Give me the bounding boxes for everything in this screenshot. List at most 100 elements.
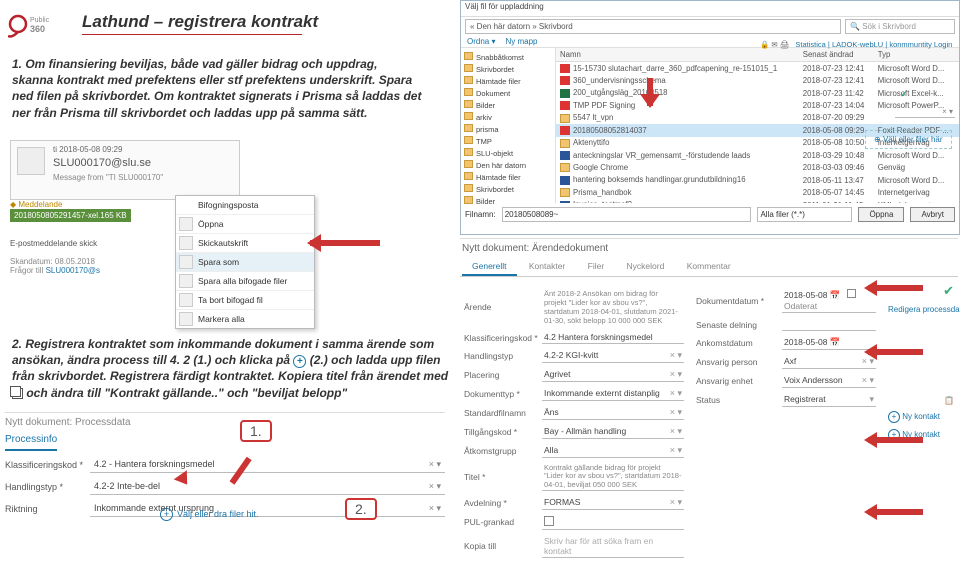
file-row[interactable]: Google Chrome2018-03-03 09:46Genväg bbox=[556, 162, 959, 174]
tree-node[interactable]: Bilder bbox=[464, 99, 552, 111]
save-icon bbox=[179, 255, 193, 269]
path-field[interactable]: « Den här datorn » Skrivbord bbox=[465, 19, 841, 34]
file-list[interactable]: Namn Senast ändrad Typ 15-15730 slutacha… bbox=[556, 48, 959, 203]
rikt-label: Riktning bbox=[5, 504, 90, 514]
upload-plus-icon: + bbox=[160, 508, 173, 521]
slu-dropdown[interactable]: × ▾ bbox=[895, 106, 955, 118]
tab-generellt[interactable]: Generellt bbox=[462, 258, 517, 276]
open-button[interactable]: Öppna bbox=[858, 207, 904, 222]
cancel-button[interactable]: Avbryt bbox=[910, 207, 955, 222]
step-2-text: 2. Registrera kontraktet som inkommande … bbox=[12, 336, 452, 401]
tree-node[interactable]: Dokument bbox=[464, 87, 552, 99]
file-dialog: Välj fil för uppladdning « Den här dator… bbox=[460, 0, 960, 235]
klass-field[interactable]: 4.2 - Hantera forskningsmedel× ▾ bbox=[90, 457, 445, 473]
step2-c: och ändra till "Kontrakt gällande.." och… bbox=[23, 386, 347, 400]
logo: Public360 bbox=[8, 10, 58, 38]
email-date: ti 2018-05-08 09:29 bbox=[53, 145, 122, 154]
ctx-remove[interactable]: Ta bort bifogad fil bbox=[176, 291, 314, 310]
newfolder-btn[interactable]: Ny mapp bbox=[505, 37, 537, 46]
nykontakt-link[interactable]: + Ny kontakt bbox=[888, 411, 954, 423]
ctx-saveas[interactable]: Spara som bbox=[176, 253, 314, 272]
redigera-link[interactable]: Redigera processdata bbox=[888, 305, 954, 314]
hand-label: Handlingstyp * bbox=[5, 482, 90, 492]
saveall-icon bbox=[179, 274, 193, 288]
file-row[interactable]: 15-15730 slutachart_darre_360_pdfcapenin… bbox=[556, 62, 959, 75]
copy-title-icon[interactable]: 📋 bbox=[888, 396, 954, 405]
arende-desc: Änt 2018-2 Ansökan om bidrag för projekt… bbox=[542, 288, 684, 326]
arrow-title bbox=[868, 435, 938, 445]
tree-node[interactable]: Hämtade filer bbox=[464, 171, 552, 183]
tree-node[interactable]: Skrivbordet bbox=[464, 63, 552, 75]
step-1-text: 1. Om finansiering beviljas, både vad gä… bbox=[12, 56, 422, 121]
callout-1: 1. bbox=[240, 420, 272, 442]
ctx-open[interactable]: Öppna bbox=[176, 215, 314, 234]
search-field[interactable]: 🔍 Sök i Skrivbord bbox=[845, 19, 955, 34]
ctx-saveall[interactable]: Spara alla bifogade filer bbox=[176, 272, 314, 291]
file-row[interactable]: 360_undervisningsschema2018-07-23 12:41M… bbox=[556, 74, 959, 86]
tab-kommentar[interactable]: Kommentar bbox=[677, 258, 741, 274]
procform-tab[interactable]: Processinfo bbox=[5, 432, 57, 451]
arende-pul[interactable] bbox=[542, 515, 684, 530]
file-row[interactable]: hantering boksemds handlingar.grundutbil… bbox=[556, 174, 959, 186]
page-title: Lathund – registrera kontrakt bbox=[82, 12, 318, 32]
arende-hand[interactable]: 4.2-2 KGI-kvitt× ▾ bbox=[542, 349, 684, 363]
klass-label: Klassificeringskod * bbox=[5, 460, 90, 470]
filename-field[interactable]: 20180508089~ bbox=[502, 207, 752, 222]
arrow-klass bbox=[868, 283, 938, 293]
file-row[interactable]: 200_utgångsläg_201605182018-07-23 11:42M… bbox=[556, 87, 959, 99]
file-row[interactable]: Invoice_testmaf22011-01-21 11:43XML-doku… bbox=[556, 199, 959, 203]
arende-tabs: Generellt Kontakter Filer Nyckelord Komm… bbox=[460, 258, 958, 277]
ctx-header: Bifogningsposta bbox=[176, 196, 314, 215]
tree-node[interactable]: Skrivbordet bbox=[464, 183, 552, 195]
organise-btn[interactable]: Ordna ▾ bbox=[467, 37, 495, 46]
arende-std[interactable]: Äns× ▾ bbox=[542, 406, 684, 420]
hand-field[interactable]: 4.2-2 Inte-be-del× ▾ bbox=[90, 479, 445, 495]
tree-node[interactable]: Hämtade filer bbox=[464, 75, 552, 87]
tree-node[interactable]: Bilder bbox=[464, 195, 552, 207]
arende-enhet[interactable]: Voix Andersson× ▾ bbox=[782, 374, 876, 388]
filetype-field[interactable]: Alla filer (*.*) bbox=[757, 207, 852, 222]
arrow-saveas bbox=[310, 236, 400, 248]
arende-status[interactable]: Registrerat▾ bbox=[782, 393, 876, 407]
file-row[interactable]: anteckningslar VR_gemensamt_-förstudende… bbox=[556, 149, 959, 161]
tree-node[interactable]: Den här datorn bbox=[464, 159, 552, 171]
arende-tilg[interactable]: Bay - Allmän handling× ▾ bbox=[542, 425, 684, 439]
tree-node[interactable]: arkiv bbox=[464, 111, 552, 123]
arende-share[interactable] bbox=[782, 318, 876, 331]
arende-avdel[interactable]: FORMAS× ▾ bbox=[542, 496, 684, 510]
filename-label: Filnamn: bbox=[465, 210, 496, 219]
file-row[interactable]: Prisma_handbok2018-05-07 14:45Internetge… bbox=[556, 186, 959, 198]
ctx-print[interactable]: Skickautskrift bbox=[176, 234, 314, 253]
arende-col1: ÄrendeÄnt 2018-2 Ansökan om bidrag för p… bbox=[464, 283, 684, 563]
print-icon bbox=[179, 236, 193, 250]
tree-node[interactable]: SLU-objekt bbox=[464, 147, 552, 159]
arende-plac[interactable]: Agrivet× ▾ bbox=[542, 368, 684, 382]
meddelande-label: ◆ Meddelande bbox=[10, 200, 62, 209]
ctx-selectall[interactable]: Markera alla bbox=[176, 310, 314, 328]
arende-klass[interactable]: 4.2 Hantera forskningsmedel bbox=[542, 331, 684, 344]
tree-node[interactable]: TMP bbox=[464, 135, 552, 147]
upload-strip[interactable]: +Välj eller dra filer hit. bbox=[160, 508, 259, 521]
svg-text:Public: Public bbox=[30, 17, 50, 24]
context-menu: Bifogningsposta Öppna Skickautskrift Spa… bbox=[175, 195, 315, 329]
rikt-field[interactable]: Inkommande externt ursprung× ▾ bbox=[90, 501, 445, 517]
tree-node[interactable]: prisma bbox=[464, 123, 552, 135]
folder-tree[interactable]: SnabbåtkomstSkrivbordetHämtade filerDoku… bbox=[461, 48, 556, 203]
attachment-tag[interactable]: 2018050805291457-xel.165 KB bbox=[10, 209, 131, 222]
q-link[interactable]: SLU000170@s bbox=[46, 266, 100, 275]
arende-title[interactable]: Kontrakt gällande bidrag för projekt "Li… bbox=[542, 463, 684, 491]
tab-kontakter[interactable]: Kontakter bbox=[519, 258, 575, 274]
arende-dtyp[interactable]: Inkommande externt distanplig× ▾ bbox=[542, 387, 684, 401]
arende-atk[interactable]: Alla× ▾ bbox=[542, 444, 684, 458]
tab-filer[interactable]: Filer bbox=[578, 258, 615, 274]
q-label: Frågor till bbox=[10, 266, 43, 275]
arende-header: Nytt dokument: Ärendedokument bbox=[460, 239, 958, 258]
arende-col2: Dokumentdatum *2018-05-08 📅 Odaterat Sen… bbox=[696, 283, 876, 563]
tree-node[interactable]: Snabbåtkomst bbox=[464, 51, 552, 63]
tab-nyckelord[interactable]: Nyckelord bbox=[617, 258, 675, 274]
email-line1: E-postmeddelande skick bbox=[10, 239, 97, 248]
arende-kopia[interactable]: Skriv har för att söka fram en kontakt bbox=[542, 535, 684, 558]
slu-upload[interactable]: ⊕ Välj eller filer här bbox=[865, 130, 952, 149]
arende-sidebar: ✔ Redigera processdata 📋 + Ny kontakt + … bbox=[888, 283, 954, 563]
copy-icon bbox=[12, 388, 23, 399]
